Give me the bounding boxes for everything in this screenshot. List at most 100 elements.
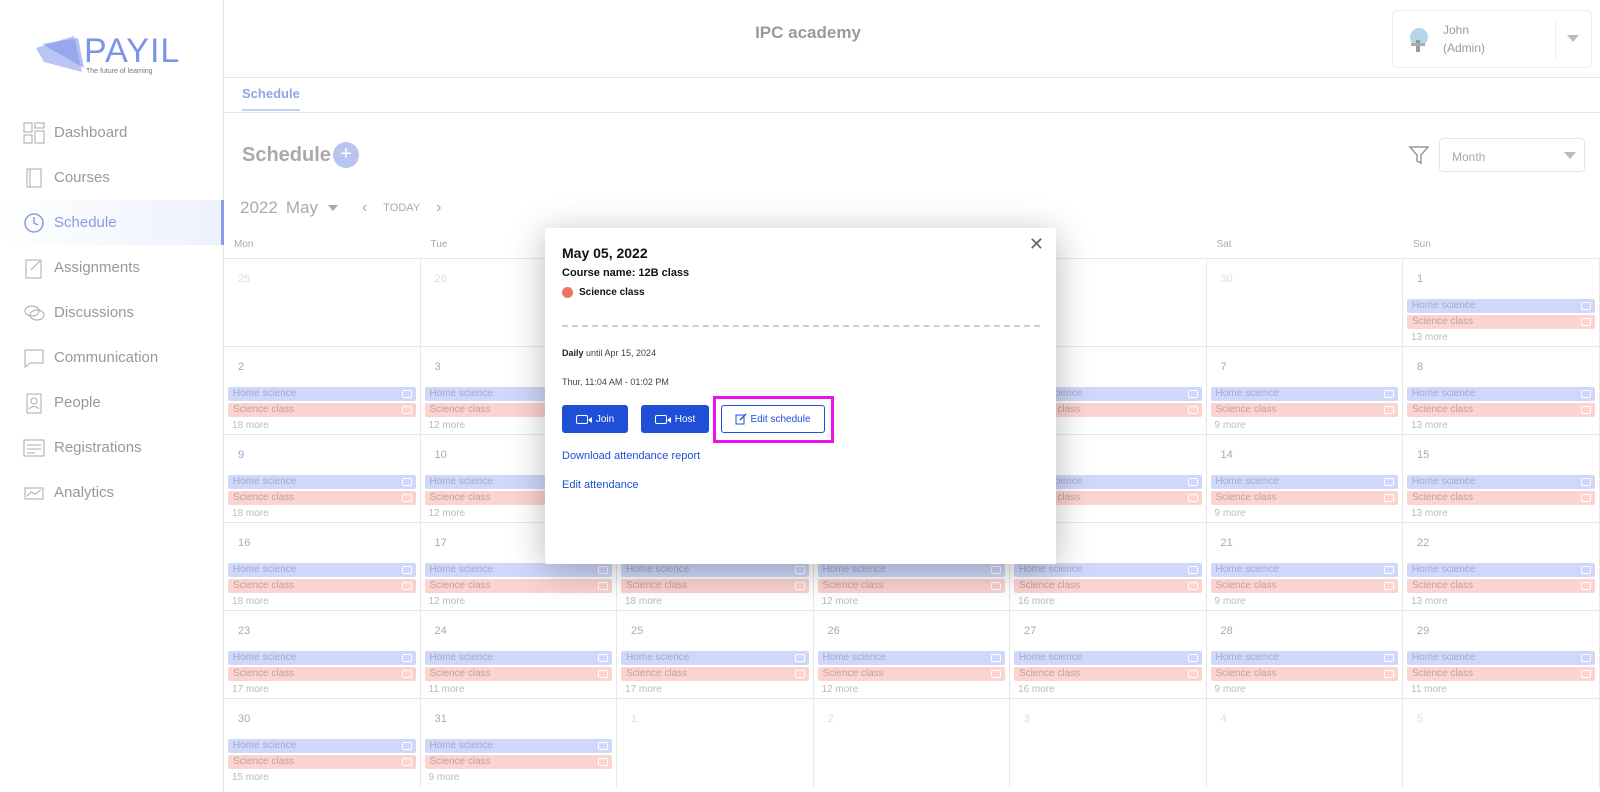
event-home-science[interactable]: Home science [1210,475,1398,489]
event-home-science[interactable]: Home science [1014,651,1202,665]
event-science-class[interactable]: Science class [1210,579,1398,593]
calendar-day-cell[interactable]: 24 Home science Science class 11 more [421,611,617,699]
calendar-day-cell[interactable]: 25 Home science Science class 17 more [617,611,814,699]
calendar-day-cell[interactable]: 29 Home science Science class 11 more [1403,611,1600,699]
more-events-link[interactable]: 17 more [228,681,416,695]
user-menu[interactable]: John (Admin) [1392,10,1592,68]
event-home-science[interactable]: Home science [1407,475,1595,489]
event-science-class[interactable]: Science class [621,667,809,681]
event-science-class[interactable]: Science class [1014,579,1202,593]
more-events-link[interactable]: 11 more [1407,681,1595,695]
sidebar-item-schedule[interactable]: Schedule [0,200,224,245]
calendar-day-cell[interactable]: 8 Home science Science class 13 more [1403,347,1600,435]
more-events-link[interactable]: 18 more [621,593,809,607]
calendar-day-cell[interactable]: 15 Home science Science class 13 more [1403,435,1600,523]
event-science-class[interactable]: Science class [1210,491,1398,505]
sidebar-item-people[interactable]: People [0,380,224,425]
calendar-day-cell[interactable]: 21 Home science Science class 9 more [1207,523,1403,611]
add-schedule-button[interactable]: + [333,142,359,168]
calendar-day-cell[interactable]: 4 [1207,699,1403,787]
calendar-month[interactable]: May [286,198,318,218]
event-science-class[interactable]: Science class [1210,403,1398,417]
event-science-class[interactable]: Science class [1407,403,1595,417]
event-home-science[interactable]: Home science [228,563,416,577]
event-science-class[interactable]: Science class [1407,315,1595,329]
tab-schedule[interactable]: Schedule [242,86,300,111]
event-home-science[interactable]: Home science [817,563,1005,577]
more-events-link[interactable]: 9 more [1211,593,1399,607]
more-events-link[interactable]: 11 more [425,681,613,695]
event-science-class[interactable]: Science class [1407,491,1595,505]
more-events-link[interactable]: 18 more [228,593,416,607]
calendar-day-cell[interactable]: 28 Home science Science class 9 more [1207,611,1403,699]
more-events-link[interactable]: 17 more [621,681,809,695]
event-science-class[interactable]: Science class [1014,667,1202,681]
event-home-science[interactable]: Home science [817,651,1005,665]
event-home-science[interactable]: Home science [424,651,612,665]
event-home-science[interactable]: Home science [1407,387,1595,401]
calendar-day-cell[interactable]: 9 Home science Science class 18 more [224,435,421,523]
more-events-link[interactable]: 9 more [1211,505,1399,519]
view-select[interactable]: Month [1439,138,1585,172]
event-home-science[interactable]: Home science [228,651,416,665]
event-home-science[interactable]: Home science [1407,651,1595,665]
close-icon[interactable]: ✕ [1029,234,1044,255]
event-science-class[interactable]: Science class [228,403,416,417]
more-events-link[interactable]: 12 more [818,593,1006,607]
more-events-link[interactable]: 12 more [818,681,1006,695]
event-home-science[interactable]: Home science [621,651,809,665]
event-science-class[interactable]: Science class [1407,579,1595,593]
more-events-link[interactable]: 12 more [425,593,613,607]
join-button[interactable]: Join [562,405,628,433]
more-events-link[interactable]: 9 more [1211,681,1399,695]
more-events-link[interactable]: 18 more [228,505,416,519]
calendar-day-cell[interactable]: 23 Home science Science class 17 more [224,611,421,699]
event-home-science[interactable]: Home science [228,739,416,753]
sidebar-item-courses[interactable]: Courses [0,155,224,200]
sidebar-item-assignments[interactable]: Assignments [0,245,224,290]
event-science-class[interactable]: Science class [228,667,416,681]
event-science-class[interactable]: Science class [817,579,1005,593]
sidebar-item-analytics[interactable]: Analytics [0,470,224,515]
event-home-science[interactable]: Home science [1210,563,1398,577]
calendar-day-cell[interactable]: 14 Home science Science class 9 more [1207,435,1403,523]
event-home-science[interactable]: Home science [1210,651,1398,665]
event-home-science[interactable]: Home science [424,563,612,577]
event-home-science[interactable]: Home science [621,563,809,577]
event-science-class[interactable]: Science class [817,667,1005,681]
event-science-class[interactable]: Science class [1210,667,1398,681]
more-events-link[interactable]: 13 more [1407,593,1595,607]
calendar-day-cell[interactable]: 25 [224,259,421,347]
prev-month-icon[interactable]: ‹ [362,199,367,217]
event-science-class[interactable]: Science class [228,755,416,769]
more-events-link[interactable]: 15 more [228,769,416,783]
event-science-class[interactable]: Science class [228,579,416,593]
sidebar-item-registrations[interactable]: Registrations [0,425,224,470]
calendar-day-cell[interactable]: 16 Home science Science class 18 more [224,523,421,611]
calendar-day-cell[interactable]: 30 Home science Science class 15 more [224,699,421,787]
more-events-link[interactable]: 13 more [1407,505,1595,519]
event-science-class[interactable]: Science class [621,579,809,593]
event-science-class[interactable]: Science class [228,491,416,505]
filter-icon[interactable] [1408,144,1430,166]
sidebar-item-dashboard[interactable]: Dashboard [0,110,224,155]
calendar-day-cell[interactable]: 1 [617,699,814,787]
event-science-class[interactable]: Science class [424,579,612,593]
edit-attendance-link[interactable]: Edit attendance [562,479,638,491]
calendar-day-cell[interactable]: 22 Home science Science class 13 more [1403,523,1600,611]
more-events-link[interactable]: 9 more [425,769,613,783]
host-button[interactable]: Host [641,405,709,433]
calendar-day-cell[interactable]: 30 [1207,259,1403,347]
more-events-link[interactable]: 13 more [1407,329,1595,343]
event-home-science[interactable]: Home science [228,475,416,489]
calendar-day-cell[interactable]: 1 Home science Science class 13 more [1403,259,1600,347]
more-events-link[interactable]: 18 more [228,417,416,431]
calendar-day-cell[interactable]: 27 Home science Science class 16 more [1010,611,1207,699]
more-events-link[interactable]: 16 more [1014,681,1202,695]
event-home-science[interactable]: Home science [228,387,416,401]
calendar-day-cell[interactable]: 31 Home science Science class 9 more [421,699,617,787]
today-button[interactable]: TODAY [383,202,420,214]
more-events-link[interactable]: 9 more [1211,417,1399,431]
event-science-class[interactable]: Science class [1407,667,1595,681]
download-attendance-link[interactable]: Download attendance report [562,450,700,462]
